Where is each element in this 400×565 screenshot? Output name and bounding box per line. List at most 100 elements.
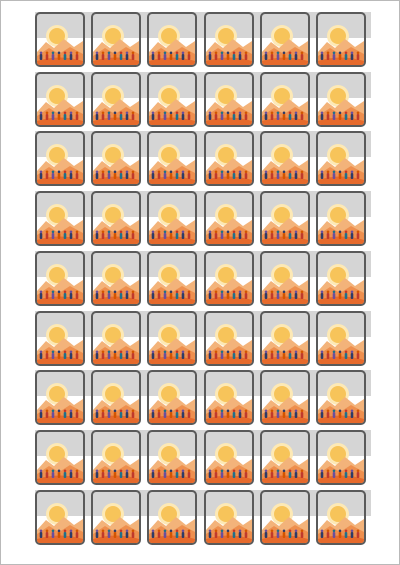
label-tile[interactable] xyxy=(147,429,198,485)
label-tile[interactable] xyxy=(316,12,366,67)
label-tile[interactable] xyxy=(147,250,198,306)
label-tile[interactable] xyxy=(316,429,366,485)
label-tile[interactable] xyxy=(91,429,142,485)
label-tile[interactable] xyxy=(316,310,366,366)
desert-scene-image xyxy=(318,323,364,364)
label-tile[interactable] xyxy=(203,12,254,67)
label-tile[interactable] xyxy=(35,310,85,366)
desert-scene-image xyxy=(37,204,83,245)
label-tile[interactable] xyxy=(91,250,142,306)
label-tile[interactable] xyxy=(91,489,142,545)
desert-scene-image xyxy=(318,84,364,125)
label-tile[interactable] xyxy=(259,429,310,485)
label-tile[interactable] xyxy=(203,71,254,127)
label-tile[interactable] xyxy=(316,191,366,247)
label-tile[interactable] xyxy=(147,370,198,426)
desert-scene-image xyxy=(37,383,83,424)
label-tile[interactable] xyxy=(35,489,85,545)
desert-scene-image xyxy=(318,442,364,483)
desert-scene-image xyxy=(205,84,252,125)
desert-scene-image xyxy=(318,25,364,65)
label-tile[interactable] xyxy=(203,310,254,366)
label-tile[interactable] xyxy=(203,429,254,485)
label-sheet xyxy=(0,0,400,565)
desert-scene-image xyxy=(149,442,196,483)
label-tile[interactable] xyxy=(35,131,85,187)
desert-scene-image xyxy=(93,263,140,304)
desert-scene-image xyxy=(93,204,140,245)
label-tile[interactable] xyxy=(147,310,198,366)
label-tile[interactable] xyxy=(147,12,198,67)
desert-scene-image xyxy=(37,25,83,65)
label-tile[interactable] xyxy=(316,370,366,426)
label-tile[interactable] xyxy=(259,12,310,67)
desert-scene-image xyxy=(37,502,83,543)
desert-scene-image xyxy=(37,442,83,483)
desert-scene-image xyxy=(318,263,364,304)
desert-scene-image xyxy=(37,84,83,125)
label-tile[interactable] xyxy=(259,191,310,247)
label-tile[interactable] xyxy=(91,310,142,366)
label-tile[interactable] xyxy=(203,250,254,306)
label-tile[interactable] xyxy=(316,489,366,545)
label-tile[interactable] xyxy=(259,250,310,306)
desert-scene-image xyxy=(205,442,252,483)
desert-scene-image xyxy=(205,383,252,424)
desert-scene-image xyxy=(261,502,308,543)
desert-scene-image xyxy=(318,502,364,543)
label-tile[interactable] xyxy=(91,131,142,187)
label-tile[interactable] xyxy=(203,489,254,545)
label-tile[interactable] xyxy=(147,71,198,127)
label-tile[interactable] xyxy=(259,131,310,187)
label-tile[interactable] xyxy=(35,250,85,306)
label-tile[interactable] xyxy=(35,71,85,127)
desert-scene-image xyxy=(261,323,308,364)
desert-scene-image xyxy=(149,502,196,543)
desert-scene-image xyxy=(261,144,308,185)
label-tile[interactable] xyxy=(91,71,142,127)
label-tile[interactable] xyxy=(35,429,85,485)
desert-scene-image xyxy=(149,383,196,424)
label-tile[interactable] xyxy=(259,370,310,426)
desert-scene-image xyxy=(149,323,196,364)
label-tile[interactable] xyxy=(203,131,254,187)
label-tile[interactable] xyxy=(147,131,198,187)
desert-scene-image xyxy=(318,204,364,245)
label-tile[interactable] xyxy=(91,191,142,247)
desert-scene-image xyxy=(93,502,140,543)
desert-scene-image xyxy=(318,383,364,424)
desert-scene-image xyxy=(261,84,308,125)
label-tile[interactable] xyxy=(35,370,85,426)
label-tile[interactable] xyxy=(316,131,366,187)
desert-scene-image xyxy=(149,25,196,65)
desert-scene-image xyxy=(149,84,196,125)
desert-scene-image xyxy=(205,144,252,185)
desert-scene-image xyxy=(93,144,140,185)
desert-scene-image xyxy=(93,25,140,65)
desert-scene-image xyxy=(93,442,140,483)
desert-scene-image xyxy=(205,502,252,543)
desert-scene-image xyxy=(93,84,140,125)
label-tile[interactable] xyxy=(259,71,310,127)
label-tile[interactable] xyxy=(35,12,85,67)
label-tile[interactable] xyxy=(91,370,142,426)
label-tile[interactable] xyxy=(316,250,366,306)
desert-scene-image xyxy=(261,383,308,424)
label-tile[interactable] xyxy=(147,489,198,545)
desert-scene-image xyxy=(205,263,252,304)
desert-scene-image xyxy=(205,204,252,245)
label-tile[interactable] xyxy=(147,191,198,247)
desert-scene-image xyxy=(93,323,140,364)
desert-scene-image xyxy=(149,263,196,304)
desert-scene-image xyxy=(261,204,308,245)
label-tile[interactable] xyxy=(316,71,366,127)
label-tile[interactable] xyxy=(203,370,254,426)
label-tile[interactable] xyxy=(259,489,310,545)
label-tile[interactable] xyxy=(203,191,254,247)
desert-scene-image xyxy=(149,204,196,245)
label-tile[interactable] xyxy=(91,12,142,67)
desert-scene-image xyxy=(318,144,364,185)
label-tile[interactable] xyxy=(259,310,310,366)
label-tile[interactable] xyxy=(35,191,85,247)
desert-scene-image xyxy=(205,25,252,65)
